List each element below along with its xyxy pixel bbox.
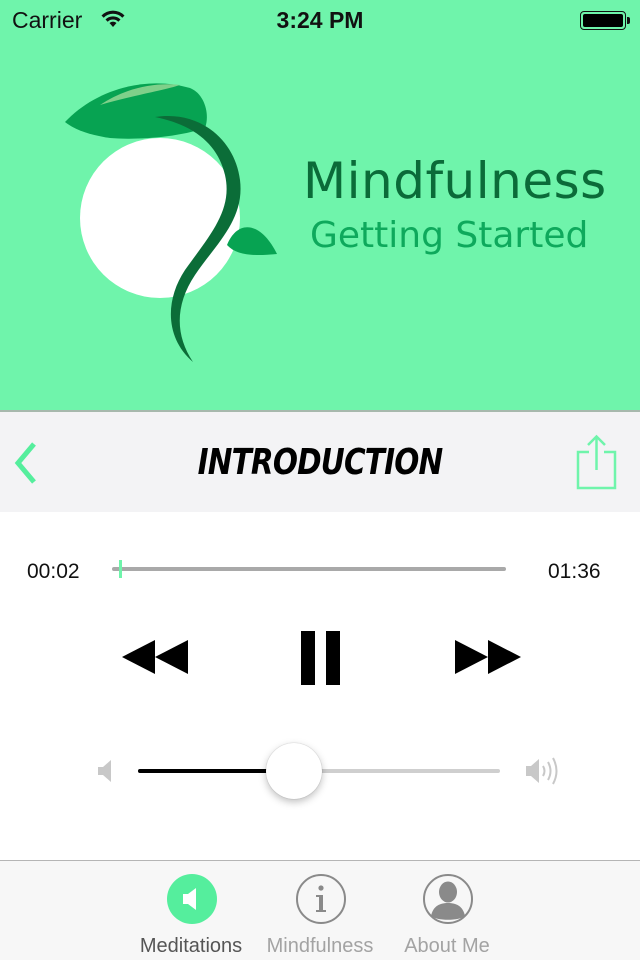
share-icon: [576, 434, 617, 490]
navigation-bar: INTRODUCTION: [0, 412, 640, 512]
progress-slider[interactable]: [112, 560, 506, 578]
pause-button[interactable]: [301, 631, 341, 685]
duration-time: 01:36: [548, 560, 601, 583]
person-icon: [423, 874, 473, 924]
tab-meditations[interactable]: Meditations: [126, 861, 256, 960]
sprout-logo-icon: [65, 83, 277, 362]
progress-handle[interactable]: [118, 560, 122, 578]
back-button[interactable]: [10, 440, 44, 486]
battery-tip: [627, 17, 630, 24]
tab-label: Meditations: [139, 935, 243, 957]
brand-title: Mindfulness: [303, 152, 607, 210]
chevron-left-icon: [14, 442, 36, 484]
player-screen: Carrier 3:24 PM Mindfulness Getting Star…: [0, 0, 640, 960]
rewind-button[interactable]: [122, 640, 188, 674]
tab-about-me[interactable]: About Me: [382, 861, 512, 960]
brand-subtitle: Getting Started: [310, 215, 589, 256]
track-title: INTRODUCTION: [197, 442, 444, 483]
battery-icon: [580, 11, 626, 30]
fast-forward-button[interactable]: [455, 640, 521, 674]
status-bar: Carrier 3:24 PM: [0, 0, 640, 40]
fast-forward-icon: [455, 640, 521, 674]
volume-slider[interactable]: [138, 743, 500, 799]
status-time: 3:24 PM: [276, 7, 364, 33]
speaker-low-icon: [98, 760, 111, 782]
tab-label: About Me: [404, 935, 490, 957]
speaker-icon: [167, 874, 217, 924]
current-time: 00:02: [27, 560, 80, 583]
info-icon: [296, 874, 346, 924]
volume-thumb[interactable]: [265, 743, 322, 799]
tab-mindfulness[interactable]: Mindfulness: [255, 861, 385, 960]
pause-icon: [301, 631, 340, 685]
header-banner: Carrier 3:24 PM Mindfulness Getting Star…: [0, 0, 640, 410]
share-button[interactable]: [574, 434, 620, 490]
speaker-high-icon: [526, 757, 558, 785]
tab-bar: Meditations Mindfulness About Me: [0, 860, 640, 960]
rewind-icon: [122, 640, 188, 674]
tab-label: Mindfulness: [266, 935, 374, 957]
